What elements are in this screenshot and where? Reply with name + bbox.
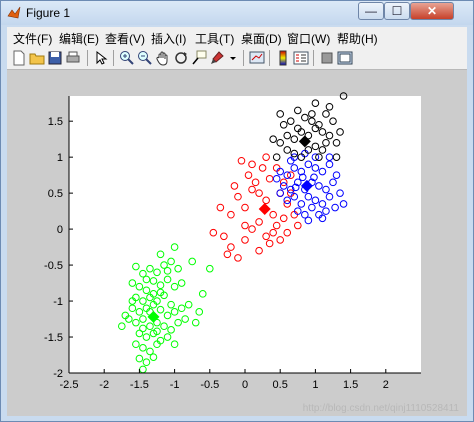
x-tick-label: 2 bbox=[383, 379, 389, 391]
hide-plot-tools-icon[interactable] bbox=[319, 50, 335, 66]
y-tick-label: -2 bbox=[53, 368, 63, 380]
open-file-icon[interactable] bbox=[29, 50, 45, 66]
x-tick-label: -2.5 bbox=[60, 379, 79, 391]
pan-icon[interactable] bbox=[155, 50, 171, 66]
minimize-button[interactable]: — bbox=[358, 2, 384, 20]
y-tick-label: 1.5 bbox=[48, 116, 63, 128]
scatter-plot[interactable]: -2.5 -2 -1.5 -1 -0.5 0 0.5 1 1.5 21.510.50-0.5-1-… bbox=[7, 70, 467, 416]
menu-file[interactable]: 文件(F) bbox=[13, 30, 52, 47]
menu-edit[interactable]: 编辑(E) bbox=[59, 30, 99, 47]
toolbar-separator bbox=[313, 50, 314, 66]
zoom-in-icon[interactable] bbox=[119, 50, 135, 66]
x-tick-label: 1 bbox=[312, 379, 318, 391]
y-tick-label: 0 bbox=[57, 224, 63, 236]
chevron-down-icon[interactable] bbox=[225, 50, 241, 66]
menu-desktop[interactable]: 桌面(D) bbox=[241, 30, 282, 47]
toolbar-separator bbox=[269, 50, 270, 66]
brush-icon[interactable] bbox=[209, 50, 225, 66]
figure-window: Figure 1 — ☐ ✕ 文件(F) 编辑(E) 查看(V) 插入(I) 工… bbox=[0, 0, 474, 422]
x-tick-label: -2 bbox=[99, 379, 109, 391]
y-tick-label: -1 bbox=[53, 296, 63, 308]
maximize-button[interactable]: ☐ bbox=[384, 2, 410, 20]
link-plot-icon[interactable] bbox=[249, 50, 265, 66]
x-tick-label: -1 bbox=[170, 379, 180, 391]
figure-canvas: -2.5 -2 -1.5 -1 -0.5 0 0.5 1 1.5 2 1.5 1 0.5 0 -0.5 -1-… bbox=[7, 70, 467, 416]
x-tick-label: 0.5 bbox=[273, 379, 288, 391]
pointer-icon[interactable] bbox=[93, 50, 109, 66]
toolbar-separator bbox=[113, 50, 114, 66]
watermark-text: http://blog.csdn.net/qinj1110528411 bbox=[303, 403, 460, 414]
menu-bar: 文件(F) 编辑(E) 查看(V) 插入(I) 工具(T) 桌面(D) 窗口(W… bbox=[7, 27, 467, 47]
legend-icon[interactable] bbox=[293, 50, 309, 66]
zoom-out-icon[interactable] bbox=[137, 50, 153, 66]
menu-insert[interactable]: 插入(I) bbox=[151, 30, 186, 47]
y-tick-label: -1.5 bbox=[44, 332, 63, 344]
x-tick-label: 0 bbox=[242, 379, 248, 391]
x-tick-label: -1.5 bbox=[130, 379, 149, 391]
matlab-logo-icon bbox=[7, 6, 21, 19]
menu-tools[interactable]: 工具(T) bbox=[195, 30, 234, 47]
colorbar-icon[interactable] bbox=[275, 50, 291, 66]
y-tick-label: -0.5 bbox=[44, 260, 63, 272]
menu-help[interactable]: 帮助(H) bbox=[337, 30, 378, 47]
y-tick-label: 0.5 bbox=[48, 188, 63, 200]
toolbar-separator bbox=[87, 50, 88, 66]
close-button[interactable]: ✕ bbox=[410, 2, 454, 20]
print-icon[interactable] bbox=[65, 50, 81, 66]
rotate-icon[interactable] bbox=[173, 50, 189, 66]
title-bar[interactable]: Figure 1 — ☐ ✕ bbox=[1, 1, 473, 25]
y-tick-label: 1 bbox=[57, 152, 63, 164]
new-figure-icon[interactable] bbox=[11, 50, 27, 66]
menu-window[interactable]: 窗口(W) bbox=[287, 30, 330, 47]
toolbar-separator bbox=[243, 50, 244, 66]
menu-view[interactable]: 查看(V) bbox=[105, 30, 145, 47]
window-title: Figure 1 bbox=[26, 6, 71, 20]
axes-background bbox=[69, 96, 421, 373]
data-cursor-icon[interactable] bbox=[191, 50, 207, 66]
show-plot-tools-icon[interactable] bbox=[337, 50, 353, 66]
x-tick-label: -0.5 bbox=[200, 379, 219, 391]
toolbar bbox=[7, 47, 467, 70]
x-tick-label: 1.5 bbox=[343, 379, 358, 391]
save-icon[interactable] bbox=[47, 50, 63, 66]
